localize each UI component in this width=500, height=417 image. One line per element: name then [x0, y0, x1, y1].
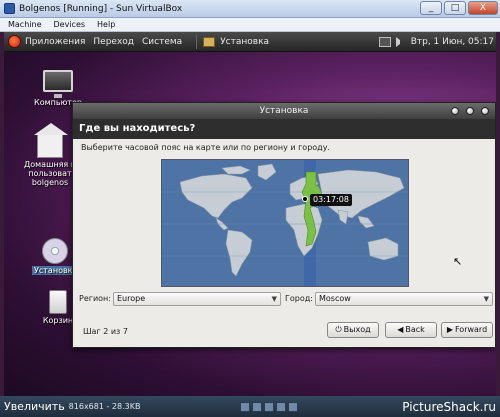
- usb-icon: [264, 401, 275, 412]
- city-value: Moscow: [319, 294, 351, 303]
- home-folder-icon: [34, 123, 68, 158]
- menu-applications[interactable]: Приложения: [25, 37, 85, 47]
- region-value: Europe: [117, 294, 146, 303]
- installer-maximize-button[interactable]: [466, 107, 474, 115]
- power-icon: ⏻: [335, 325, 342, 334]
- step-indicator: Шаг 2 из 7: [83, 327, 128, 336]
- maximize-button[interactable]: □: [444, 1, 466, 15]
- installer-titlebar[interactable]: Установка: [73, 103, 495, 119]
- volume-icon[interactable]: [395, 37, 406, 47]
- image-info: 816x681 - 28.3KB: [68, 402, 141, 411]
- quit-button[interactable]: ⏻ Выход: [327, 322, 379, 338]
- timezone-map[interactable]: 03:17:08: [161, 159, 409, 287]
- menu-system[interactable]: Система: [142, 37, 182, 47]
- minimize-button[interactable]: _: [420, 1, 442, 15]
- arrow-left-icon: ◀: [397, 325, 404, 334]
- network-status-icon: [276, 401, 287, 412]
- panel-tray: Втр, 1 Июн, 05:17: [378, 32, 494, 52]
- menu-machine[interactable]: Machine: [8, 20, 42, 29]
- clock[interactable]: Втр, 1 Июн, 05:17: [411, 37, 494, 47]
- install-disc-icon: [42, 238, 68, 264]
- network-icon[interactable]: [378, 37, 391, 47]
- close-button[interactable]: X: [468, 1, 498, 15]
- trash-icon: [49, 290, 67, 314]
- chevron-down-icon: ▼: [483, 295, 489, 303]
- forward-button[interactable]: ▶ Forward: [441, 322, 493, 338]
- forward-label: Forward: [454, 325, 488, 334]
- mouse-cursor-icon: ↖: [453, 255, 463, 268]
- time-tooltip: 03:17:08: [310, 194, 352, 206]
- top-panel: Приложения Переход Система Установка Втр…: [4, 32, 496, 52]
- virtualbox-menubar: Machine Devices Help: [0, 18, 500, 32]
- quit-label: Выход: [343, 325, 371, 334]
- taskbar-installer[interactable]: Установка: [220, 37, 269, 47]
- page-title: Где вы находитесь?: [73, 119, 495, 139]
- location-marker: [302, 196, 308, 202]
- back-label: Back: [405, 325, 425, 334]
- chevron-down-icon: ▼: [271, 295, 277, 303]
- panel-separator: [196, 34, 198, 49]
- world-map-graphic: [162, 160, 408, 286]
- virtualbox-icon: [4, 3, 15, 14]
- shared-folder-icon: [288, 401, 299, 412]
- city-label: Город:: [285, 294, 313, 303]
- menu-places[interactable]: Переход: [93, 37, 134, 47]
- installer-close-button[interactable]: [481, 107, 489, 115]
- city-select[interactable]: Moscow ▼: [315, 292, 493, 306]
- installer-window-title: Установка: [259, 106, 309, 116]
- menu-help[interactable]: Help: [97, 20, 115, 29]
- back-button[interactable]: ◀ Back: [385, 322, 437, 338]
- image-host-bar: Увеличить 816x681 - 28.3KB PictureShack.…: [0, 396, 500, 417]
- region-select[interactable]: Europe ▼: [113, 292, 281, 306]
- cd-icon: [252, 401, 263, 412]
- status-icons: [240, 401, 299, 412]
- computer-icon: [43, 70, 73, 98]
- installer-task-icon: [203, 36, 216, 47]
- enlarge-link[interactable]: Увеличить: [4, 400, 65, 413]
- window-controls: _ □ X: [420, 1, 498, 15]
- installer-minimize-button[interactable]: [451, 107, 459, 115]
- arrow-right-icon: ▶: [446, 325, 453, 334]
- window-title: Bolgenos [Running] - Sun VirtualBox: [19, 3, 183, 14]
- hdd-icon: [240, 401, 251, 412]
- installer-window: Установка Где вы находитесь? Выберите ча…: [72, 102, 496, 348]
- virtualbox-titlebar: Bolgenos [Running] - Sun VirtualBox _ □ …: [0, 0, 500, 18]
- page-subtitle: Выберите часовой пояс на карте или по ре…: [81, 143, 330, 152]
- installer-window-controls: [451, 107, 489, 115]
- brand-watermark: PictureShack.ru: [402, 399, 496, 414]
- region-label: Регион:: [79, 294, 111, 303]
- ubuntu-logo-icon[interactable]: [8, 35, 21, 48]
- guest-screen: Приложения Переход Система Установка Втр…: [4, 32, 496, 396]
- menu-devices[interactable]: Devices: [54, 20, 86, 29]
